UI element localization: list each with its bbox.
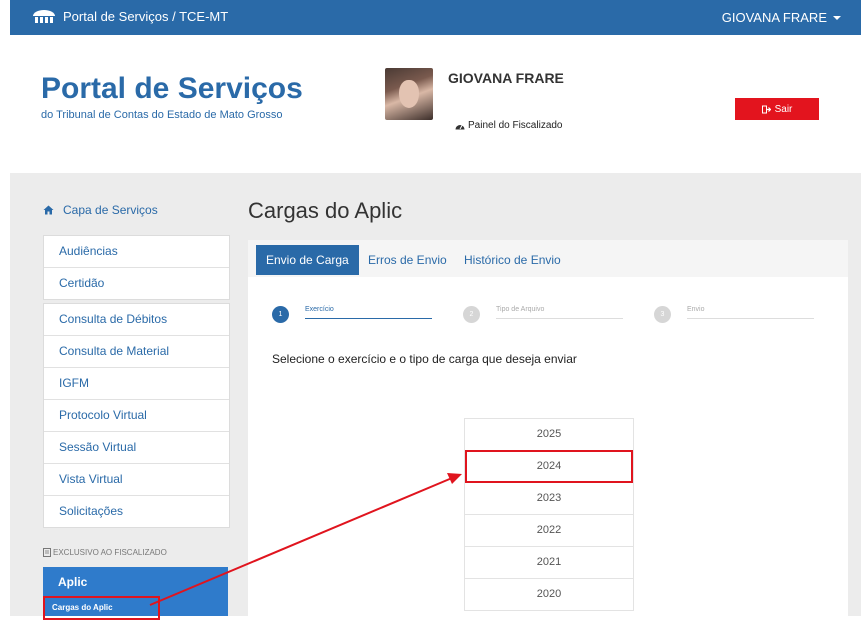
panel-link-label: Painel do Fiscalizado [468,120,563,131]
top-navbar: Portal de Serviços / TCE-MT GIOVANA FRAR… [10,0,861,35]
portal-subtitle: do Tribunal de Contas do Estado de Mato … [41,109,283,121]
step-exercicio: 1 Exercício [272,300,437,330]
sidebar-group-general: Audiências Certidão [43,235,230,300]
sidebar-item-igfm[interactable]: IGFM [44,368,229,400]
tab-historico-envio[interactable]: Histórico de Envio [454,245,571,275]
home-link[interactable]: Capa de Serviços [43,203,158,217]
sidebar-item-vista-virtual[interactable]: Vista Virtual [44,464,229,496]
exclusive-label-text: EXCLUSIVO AO FISCALIZADO [53,548,167,557]
year-option-2023[interactable]: 2023 [465,483,633,515]
sidebar-item-consulta-material[interactable]: Consulta de Material [44,336,229,368]
building-icon [43,548,51,557]
highlight-box-sidebar [43,596,160,620]
avatar [385,68,433,120]
step-line [496,318,623,319]
page-title: Cargas do Aplic [248,198,403,223]
home-icon [43,205,54,215]
user-menu-label: GIOVANA FRARE [721,10,827,25]
user-menu-dropdown[interactable]: GIOVANA FRARE [722,10,841,25]
sidebar-item-sessao-virtual[interactable]: Sessão Virtual [44,432,229,464]
year-option-2025[interactable]: 2025 [465,419,633,451]
step-label: Tipo de Arquivo [496,306,545,313]
panel-link[interactable]: Painel do Fiscalizado [455,120,563,131]
exclusive-section-label: EXCLUSIVO AO FISCALIZADO [43,548,167,557]
portal-title: Portal de Serviços [41,72,303,105]
step-label: Exercício [305,306,334,313]
sidebar-group-services: Consulta de Débitos Consulta de Material… [43,303,230,528]
tab-bar: Envio de Carga Erros de Envio Histórico … [248,240,848,277]
tab-erros-envio[interactable]: Erros de Envio [358,245,457,275]
step-line [305,318,432,319]
year-option-2022[interactable]: 2022 [465,515,633,547]
home-link-label: Capa de Serviços [63,203,158,217]
sidebar-item-aplic[interactable]: Aplic [43,567,228,597]
sidebar-item-audiencias[interactable]: Audiências [44,236,229,268]
step-line [687,318,814,319]
brand-label: Portal de Serviços / TCE-MT [63,9,229,24]
step-envio: 3 Envio [654,300,819,330]
sidebar-item-certidao[interactable]: Certidão [44,268,229,299]
user-name: GIOVANA FRARE [448,70,564,86]
dashboard-icon [455,124,465,129]
instruction-text: Selecione o exercício e o tipo de carga … [272,352,577,366]
sidebar-item-consulta-debitos[interactable]: Consulta de Débitos [44,304,229,336]
step-tipo-arquivo: 2 Tipo de Arquivo [463,300,628,330]
step-number: 1 [272,306,289,323]
year-option-2021[interactable]: 2021 [465,547,633,579]
institution-icon [33,9,55,23]
sidebar-item-solicitacoes[interactable]: Solicitações [44,496,229,527]
year-option-2020[interactable]: 2020 [465,579,633,611]
step-number: 2 [463,306,480,323]
sidebar-item-protocolo-virtual[interactable]: Protocolo Virtual [44,400,229,432]
year-list: 2025 2024 2023 2022 2021 2020 [464,418,634,611]
highlight-box-year [465,450,633,483]
sign-out-icon [761,105,771,113]
tab-envio-carga[interactable]: Envio de Carga [256,245,359,275]
caret-down-icon [833,15,841,20]
step-number: 3 [654,306,671,323]
logout-button[interactable]: Sair [735,98,819,120]
brand-link[interactable]: Portal de Serviços / TCE-MT [32,9,228,24]
step-label: Envio [687,306,705,313]
logout-label: Sair [774,103,793,115]
